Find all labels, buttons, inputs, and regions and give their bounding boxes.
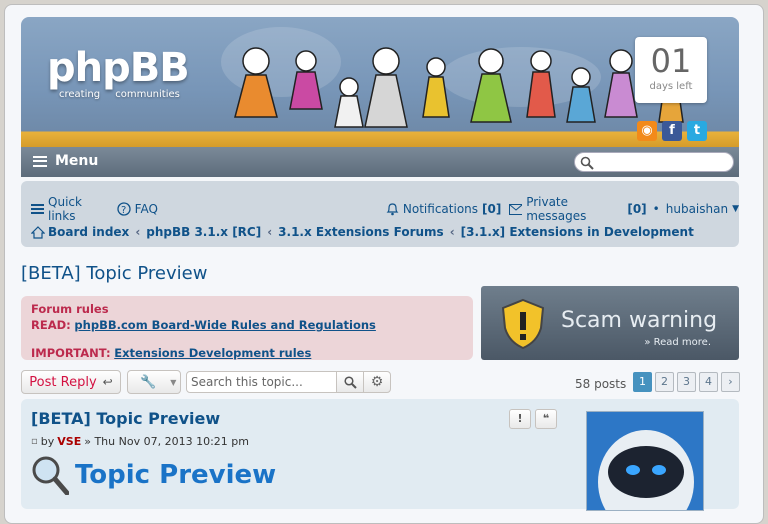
hamburger-icon xyxy=(33,155,47,167)
rules-important-link[interactable]: Extensions Development rules xyxy=(114,346,311,360)
svg-text:?: ? xyxy=(121,205,126,216)
notifications-link[interactable]: Notifications [0] xyxy=(386,202,501,216)
bullet-separator: • xyxy=(652,202,660,216)
navbar: Quick links ? FAQ Notifications [0] Priv… xyxy=(21,181,739,247)
post-author[interactable]: VSE xyxy=(57,435,81,448)
page-2-button[interactable]: 2 xyxy=(655,372,674,392)
post-reply-button[interactable]: Post Reply ↩ xyxy=(21,370,121,394)
magnifier-icon xyxy=(32,456,69,495)
breadcrumb-separator: ‹ xyxy=(267,225,273,239)
scam-warning-text: Scam warning xyxy=(561,308,718,333)
caret-down-icon: ▼ xyxy=(170,377,177,387)
caret-down-icon: ▼ xyxy=(732,204,739,214)
post-by-label: by xyxy=(40,435,55,448)
notifications-count: [0] xyxy=(482,202,502,216)
breadcrumb-extensions-in-development[interactable]: [3.1.x] Extensions in Development xyxy=(461,225,694,239)
post-file-icon[interactable]: ▫ xyxy=(31,436,38,447)
chevron-right-icon: › xyxy=(728,375,733,388)
private-messages-label: Private messages xyxy=(526,195,587,223)
breadcrumb-board-index[interactable]: Board index xyxy=(48,225,129,239)
faq-link[interactable]: ? FAQ xyxy=(117,202,158,216)
scam-read-more[interactable]: » Read more. xyxy=(644,337,711,348)
page-title[interactable]: [BETA] Topic Preview xyxy=(21,263,207,284)
topic-search-button[interactable] xyxy=(336,371,364,393)
facebook-icon[interactable]: f xyxy=(662,121,682,141)
rules-important-label: IMPORTANT: xyxy=(31,346,111,360)
private-messages-count: [0] xyxy=(627,202,647,216)
countdown-label: days left xyxy=(649,81,693,92)
quick-links-button[interactable]: Quick links xyxy=(31,195,109,223)
post-date: » Thu Nov 07, 2013 10:21 pm xyxy=(84,435,249,448)
quote-button[interactable]: ❝ xyxy=(535,409,557,429)
breadcrumb-separator: ‹ xyxy=(135,225,141,239)
robot-avatar-icon xyxy=(598,430,694,510)
post-container: [BETA] Topic Preview ▫ by VSE » Thu Nov … xyxy=(21,399,739,511)
header-search-input[interactable] xyxy=(574,152,734,172)
post-meta: ▫ by VSE » Thu Nov 07, 2013 10:21 pm xyxy=(31,435,249,448)
rules-read-label: READ: xyxy=(31,318,71,332)
envelope-icon xyxy=(509,203,523,215)
page-1-button[interactable]: 1 xyxy=(633,372,652,392)
report-button[interactable]: ! xyxy=(509,409,531,429)
forum-rules-box: Forum rules READ: phpBB.com Board-Wide R… xyxy=(21,296,473,360)
breadcrumb-extensions-forums[interactable]: 3.1.x Extensions Forums xyxy=(278,225,444,239)
username: hubaishan xyxy=(665,202,729,216)
twitter-icon[interactable]: t xyxy=(687,121,707,141)
next-page-button[interactable]: › xyxy=(721,372,740,392)
menu-button[interactable]: Menu xyxy=(33,153,98,169)
advanced-search-button[interactable]: ⚙ xyxy=(363,371,391,393)
post-title[interactable]: [BETA] Topic Preview xyxy=(31,409,220,428)
list-icon xyxy=(31,204,45,214)
reply-arrow-icon: ↩ xyxy=(102,375,113,389)
page-4-button[interactable]: 4 xyxy=(699,372,718,392)
quick-links-label: Quick links xyxy=(48,195,82,223)
warning-shield-icon xyxy=(501,298,545,350)
bell-icon xyxy=(386,203,399,216)
wrench-icon: 🔧 xyxy=(140,374,157,390)
menu-bar: Menu xyxy=(21,147,739,177)
topic-search-placeholder: Search this topic... xyxy=(191,375,303,389)
content-heading-text: Topic Preview xyxy=(75,460,277,490)
phpbb-logo[interactable]: phpBB xyxy=(47,45,190,91)
rules-read-link[interactable]: phpBB.com Board-Wide Rules and Regulatio… xyxy=(74,318,375,332)
topic-tools-button[interactable]: 🔧 ▼ xyxy=(127,370,181,394)
post-content-heading: Topic Preview xyxy=(31,455,276,495)
faq-label: FAQ xyxy=(134,202,158,216)
logo-tagline: creating communities xyxy=(59,89,180,100)
countdown-widget: 01 days left xyxy=(635,37,707,103)
private-messages-link[interactable]: Private messages [0] xyxy=(509,195,647,223)
user-menu[interactable]: hubaishan ▼ xyxy=(666,202,739,216)
help-icon: ? xyxy=(117,202,131,216)
page-3-button[interactable]: 3 xyxy=(677,372,696,392)
search-icon xyxy=(343,375,357,389)
post-reply-label: Post Reply xyxy=(29,374,97,390)
breadcrumb-separator: ‹ xyxy=(449,225,455,239)
topic-search-input[interactable]: Search this topic... xyxy=(186,371,337,393)
rss-icon[interactable]: ◉ xyxy=(637,121,657,141)
search-icon xyxy=(580,156,594,170)
notifications-label: Notifications xyxy=(402,202,479,216)
scam-warning-banner[interactable]: Scam warning » Read more. xyxy=(481,286,739,360)
posts-count: 58 posts xyxy=(575,377,627,391)
gear-icon: ⚙ xyxy=(370,374,384,390)
header-banner: phpBB creating communities 01 days left … xyxy=(21,17,739,147)
forum-rules-heading: Forum rules xyxy=(31,302,109,316)
home-icon xyxy=(31,225,45,239)
breadcrumb-phpbb-31[interactable]: phpBB 3.1.x [RC] xyxy=(146,225,261,239)
avatar[interactable] xyxy=(586,411,704,511)
countdown-number: 01 xyxy=(650,42,692,80)
menu-label: Menu xyxy=(55,153,99,169)
breadcrumb: Board index ‹ phpBB 3.1.x [RC] ‹ 3.1.x E… xyxy=(21,225,739,239)
